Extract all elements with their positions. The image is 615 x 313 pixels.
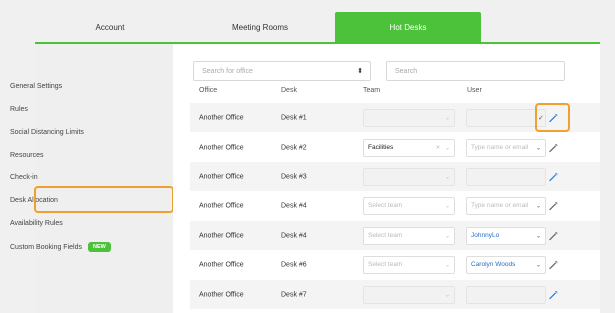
chevron-down-icon: ⌄ bbox=[535, 262, 541, 268]
table-row: Another Office Desk #3 ⌄ bbox=[190, 162, 600, 191]
office-cell: Another Office bbox=[199, 232, 244, 239]
desk-cell: Desk #6 bbox=[281, 261, 307, 268]
team-select[interactable]: Select team ⌄ bbox=[363, 226, 455, 245]
team-select[interactable]: Select team ⌄ bbox=[363, 255, 455, 274]
user-select bbox=[466, 167, 546, 186]
sidebar-item-availability-rules[interactable]: Availability Rules bbox=[10, 220, 63, 227]
sidebar-item-label: Availability Rules bbox=[10, 220, 63, 227]
desk-cell: Desk #7 bbox=[281, 291, 307, 298]
chevron-down-icon: ⌄ bbox=[535, 203, 541, 209]
desk-allocation-highlight bbox=[34, 186, 174, 213]
sidebar-item-social-distancing-limits[interactable]: Social Distancing Limits bbox=[10, 129, 84, 136]
tab-account[interactable]: Account bbox=[35, 12, 185, 43]
table-row: Another Office Desk #6 Select team ⌄ Carolyn… bbox=[190, 250, 600, 279]
chevron-down-icon: ⌄ bbox=[444, 292, 450, 298]
team-value: Select team bbox=[368, 202, 403, 209]
chevron-down-icon: ⌄ bbox=[444, 262, 450, 268]
desk-cell: Desk #4 bbox=[281, 202, 307, 209]
user-select[interactable]: Type name or email ⌄ bbox=[466, 138, 546, 157]
magic-wand-icon[interactable] bbox=[549, 290, 558, 299]
magic-wand-icon[interactable] bbox=[549, 231, 558, 240]
office-cell: Another Office bbox=[199, 261, 244, 268]
sidebar-item-resources[interactable]: Resources bbox=[10, 152, 43, 159]
new-badge: NEW bbox=[87, 242, 111, 252]
office-cell: Another Office bbox=[199, 173, 244, 180]
column-header-user: User bbox=[467, 87, 482, 94]
magic-wand-icon[interactable] bbox=[549, 260, 558, 269]
sidebar-item-rules[interactable]: Rules bbox=[10, 106, 28, 113]
sort-caret-icon: ⬍ bbox=[357, 68, 363, 75]
clear-icon[interactable]: × bbox=[436, 144, 440, 151]
office-cell: Another Office bbox=[199, 202, 244, 209]
user-select[interactable]: Carolyn Woods ⌄ bbox=[466, 255, 546, 274]
magic-wand-icon[interactable] bbox=[549, 201, 558, 210]
table-row: Another Office Desk #7 ⌄ bbox=[190, 280, 600, 309]
table-row: Another Office Desk #4 Select team ⌄ JohnnyL… bbox=[190, 221, 600, 250]
magic-wand-icon[interactable] bbox=[549, 172, 558, 181]
tab-hot-desks[interactable]: Hot Desks bbox=[335, 12, 481, 43]
user-value: Type name or email bbox=[471, 144, 529, 151]
chevron-down-icon: ⌄ bbox=[535, 233, 541, 239]
search-input[interactable]: Search bbox=[386, 61, 565, 81]
sidebar-item-label: Resources bbox=[10, 152, 44, 159]
auto-assign-highlight bbox=[535, 103, 570, 132]
column-header-desk: Desk bbox=[281, 87, 297, 94]
office-select-placeholder: Search for office bbox=[202, 67, 253, 75]
team-select: ⌄ bbox=[363, 108, 455, 127]
office-select[interactable]: Search for office ⬍ bbox=[193, 61, 371, 81]
sidebar-item-label: Rules bbox=[10, 106, 28, 113]
magic-wand-icon[interactable] bbox=[549, 143, 558, 152]
office-cell: Another Office bbox=[199, 144, 244, 151]
team-value: Select team bbox=[368, 232, 403, 239]
desk-cell: Desk #2 bbox=[281, 144, 307, 151]
team-value: Facilities bbox=[368, 144, 394, 151]
settings-tabs: Account Meeting Rooms Hot Desks bbox=[35, 12, 600, 43]
team-value: Select team bbox=[368, 261, 403, 268]
chevron-down-icon: ⌄ bbox=[444, 203, 450, 209]
chevron-down-icon: ⌄ bbox=[444, 174, 450, 180]
team-select[interactable]: Select team ⌄ bbox=[363, 196, 455, 215]
sidebar-item-label: Custom Booking Fields bbox=[10, 243, 82, 251]
user-value: Carolyn Woods bbox=[471, 261, 516, 268]
tab-meeting-rooms[interactable]: Meeting Rooms bbox=[185, 12, 335, 43]
column-header-office: Office bbox=[199, 87, 218, 94]
search-placeholder: Search bbox=[395, 67, 418, 75]
user-value: JohnnyLo bbox=[471, 232, 500, 239]
desk-cell: Desk #1 bbox=[281, 114, 307, 121]
office-cell: Another Office bbox=[199, 114, 244, 121]
user-select[interactable]: Type name or email ⌄ bbox=[466, 196, 546, 215]
user-select bbox=[466, 285, 546, 304]
table-row: Another Office Desk #2 Facilities × ⌄ Type na… bbox=[190, 133, 600, 162]
office-cell: Another Office bbox=[199, 291, 244, 298]
sidebar-item-general-settings[interactable]: General Settings bbox=[10, 83, 62, 90]
user-select[interactable]: JohnnyLo ⌄ bbox=[466, 226, 546, 245]
chevron-down-icon: ⌄ bbox=[444, 115, 450, 121]
sidebar-item-label: General Settings bbox=[10, 83, 63, 90]
chevron-down-icon: ⌄ bbox=[535, 145, 541, 151]
sidebar-item-check-in[interactable]: Check-in bbox=[10, 174, 38, 181]
sidebar-item-label: Check-in bbox=[10, 174, 38, 181]
team-select: ⌄ bbox=[363, 167, 455, 186]
chevron-down-icon: ⌄ bbox=[444, 145, 450, 151]
team-select[interactable]: Facilities × ⌄ bbox=[363, 138, 455, 157]
hot-desks-settings-page: Account Meeting Rooms Hot Desks General … bbox=[0, 0, 615, 313]
desk-cell: Desk #3 bbox=[281, 173, 307, 180]
chevron-down-icon: ⌄ bbox=[444, 233, 450, 239]
team-select: ⌄ bbox=[363, 285, 455, 304]
sidebar-item-label: Social Distancing Limits bbox=[10, 129, 84, 136]
column-header-team: Team bbox=[363, 87, 381, 94]
desk-cell: Desk #4 bbox=[281, 232, 307, 239]
user-value: Type name or email bbox=[471, 202, 529, 209]
table-row: Another Office Desk #4 Select team ⌄ Type na… bbox=[190, 191, 600, 220]
sidebar-item-custom-booking-fields[interactable]: Custom Booking Fields NEW bbox=[10, 242, 111, 252]
user-select bbox=[466, 108, 546, 127]
